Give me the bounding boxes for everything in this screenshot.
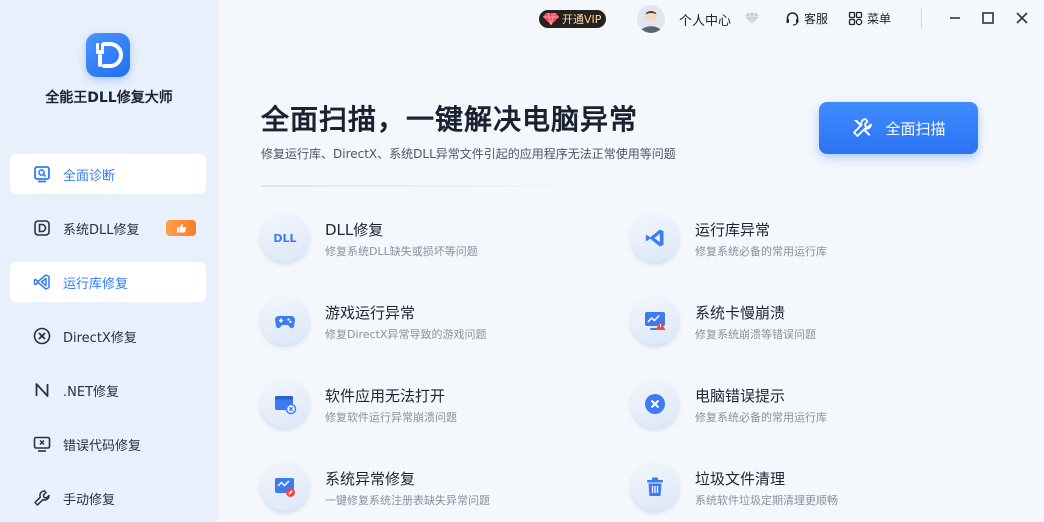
feature-dll-repair[interactable]: DLL DLL修复 修复系统DLL缺失或损坏等问题 [261,214,591,274]
gamepad-icon [261,297,309,345]
vip-button[interactable]: 开通VIP [539,10,607,28]
feature-system-crash[interactable]: 系统卡慢崩溃 修复系统崩溃等错误问题 [631,297,961,357]
sidebar-item-label: DirectX修复 [63,330,137,346]
wrench-icon [32,488,52,508]
vs-runtime-icon [631,214,679,262]
minimize-icon [950,17,960,19]
gem-icon [543,12,559,26]
trash-icon [631,463,679,511]
feature-system-repair[interactable]: 系统异常修复 一键修复系统注册表缺失异常问题 [261,463,591,522]
full-scan-label: 全面扫描 [885,119,946,138]
sidebar-item-full-diagnosis[interactable]: 全面诊断 [10,154,206,194]
menu-label: 菜单 [867,12,892,26]
sidebar-item-runtime[interactable]: 运行库修复 [10,262,206,302]
grid-menu-icon [848,11,863,26]
feature-runtime-exception[interactable]: 运行库异常 修复系统必备的常用运行库 [631,214,961,274]
dotnet-n-icon [32,380,52,400]
directx-icon [32,326,52,346]
full-scan-button[interactable]: 全面扫描 [819,102,978,154]
maximize-button[interactable] [979,9,997,27]
sidebar-item-label: 运行库修复 [63,276,129,292]
feature-title: DLL修复 [325,221,384,239]
hot-badge [166,220,196,236]
sidebar-item-label: 全面诊断 [63,168,116,184]
diagnosis-icon [32,164,52,184]
feature-title: 系统卡慢崩溃 [695,304,786,322]
customer-service-label: 客服 [804,12,829,26]
feature-title: 运行库异常 [695,221,771,239]
feature-title: 系统异常修复 [325,470,416,488]
customer-service-button[interactable]: 客服 [785,10,828,27]
dll-d-icon [32,218,52,238]
feature-title: 电脑错误提示 [695,387,786,405]
sidebar-item-error-code[interactable]: 错误代码修复 [10,424,206,464]
feature-title: 软件应用无法打开 [325,387,446,405]
vip-label: 开通VIP [562,13,602,26]
headset-icon [786,12,799,26]
user-center-link[interactable]: 个人中心 [679,10,731,29]
menu-button[interactable]: 菜单 [848,10,891,27]
maximize-icon [982,12,994,24]
feature-app-cannot-open[interactable]: 软件应用无法打开 修复软件运行异常崩溃问题 [261,380,591,440]
monitor-warning-icon [631,297,679,345]
feature-title: 垃圾文件清理 [695,470,786,488]
monitor-x-icon [32,434,52,454]
error-x-icon [631,380,679,428]
tools-icon [853,118,873,137]
feature-error-prompt[interactable]: 电脑错误提示 修复系统必备的常用运行库 [631,380,961,440]
app-logo-icon [96,42,123,68]
feature-game-exception[interactable]: 游戏运行异常 修复DirectX异常导致的游戏问题 [261,297,591,357]
sidebar: 全能王DLL修复大师 全面诊断 系统DLL修复 运行库修复 DirectX修复 … [0,0,218,522]
app-logo [86,33,130,77]
feature-title: 游戏运行异常 [325,304,416,322]
user-avatar-icon [640,10,662,33]
feature-desc: 一键修复系统注册表缺失异常问题 [325,494,490,507]
sidebar-item-dotnet[interactable]: .NET修复 [10,370,206,410]
feature-desc: 修复系统DLL缺失或损坏等问题 [325,245,478,258]
title-underline [261,185,611,187]
diamond-icon [745,12,759,25]
sidebar-item-label: 错误代码修复 [63,438,142,454]
feature-desc: 修复系统必备的常用运行库 [695,411,827,424]
page-title: 全面扫描，一键解决电脑异常 [261,103,639,136]
page-subtitle: 修复运行库、DirectX、系统DLL异常文件引起的应用程序无法正常使用等问题 [261,147,676,161]
app-name: 全能王DLL修复大师 [45,90,173,106]
feature-desc: 修复系统崩溃等错误问题 [695,328,816,341]
avatar[interactable] [637,5,665,33]
sidebar-item-manual[interactable]: 手动修复 [10,478,206,518]
vs-runtime-icon [32,272,52,292]
sidebar-item-label: 系统DLL修复 [63,222,140,238]
dll-icon-text: DLL [273,231,297,245]
titlebar-divider [921,8,922,28]
sidebar-item-label: .NET修复 [63,384,120,400]
feature-desc: 修复软件运行异常崩溃问题 [325,411,457,424]
feature-desc: 系统软件垃圾定期清理更顺畅 [695,494,838,507]
app-error-icon [261,380,309,428]
feature-desc: 修复DirectX异常导致的游戏问题 [325,328,487,341]
close-icon [1016,12,1028,24]
close-button[interactable] [1013,9,1031,27]
system-repair-icon [261,463,309,511]
sidebar-item-system-dll[interactable]: 系统DLL修复 [10,208,206,248]
sidebar-item-label: 手动修复 [63,492,116,508]
sidebar-item-directx[interactable]: DirectX修复 [10,316,206,356]
feature-junk-cleanup[interactable]: 垃圾文件清理 系统软件垃圾定期清理更顺畅 [631,463,961,522]
feature-desc: 修复系统必备的常用运行库 [695,245,827,258]
dll-icon: DLL [261,214,309,262]
thumbs-up-icon [177,224,187,233]
minimize-button[interactable] [946,9,964,27]
